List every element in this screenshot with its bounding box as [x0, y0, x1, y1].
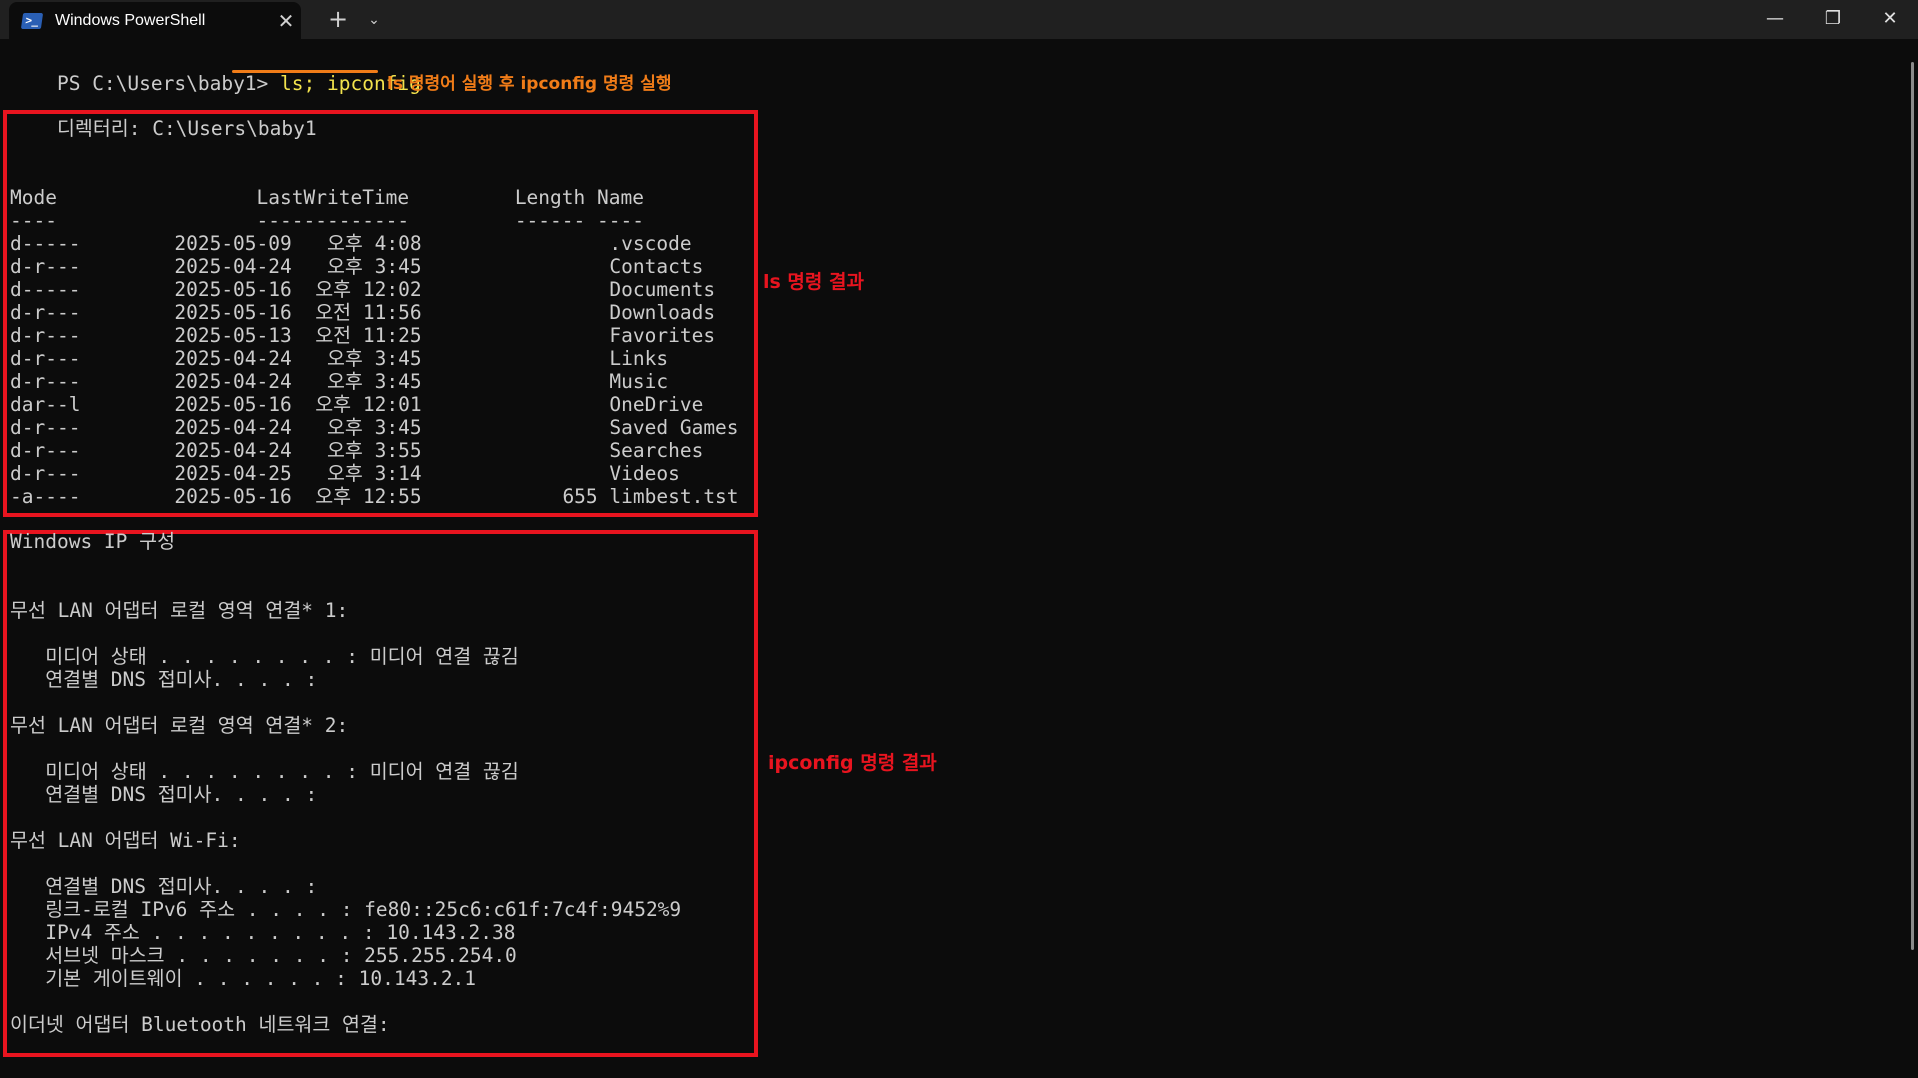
ipconfig-line: 링크-로컬 IPv6 주소 . . . . : fe80::25c6:c61f:… [10, 898, 682, 921]
list-item: d-r--- 2025-04-24 오후 3:55 Searches [10, 439, 704, 462]
ipconfig-line: 미디어 상태 . . . . . . . . : 미디어 연결 끊김 [10, 760, 519, 783]
directory-line: 디렉터리: C:\Users\baby1 [10, 117, 317, 140]
list-item: d-r--- 2025-05-16 오전 11:56 Downloads [10, 301, 716, 324]
ipconfig-line: IPv4 주소 . . . . . . . . . : 10.143.2.38 [10, 921, 516, 944]
ipconfig-line: 무선 LAN 어댑터 로컬 영역 연결* 2: [10, 714, 349, 737]
prompt-line: PS C:\Users\baby1> ls; ipconfig [10, 49, 421, 118]
ipconfig-title: Windows IP 구성 [10, 530, 176, 553]
minimize-button[interactable]: — [1747, 0, 1803, 39]
ipconfig-line: 서브넷 마스크 . . . . . . . : 255.255.254.0 [10, 944, 517, 967]
ipconfig-line: 무선 LAN 어댑터 Wi-Fi: [10, 829, 241, 852]
list-item: d-r--- 2025-04-24 오후 3:45 Contacts [10, 255, 704, 278]
chevron-down-icon[interactable]: ⌄ [362, 7, 386, 33]
list-item: d-r--- 2025-05-13 오전 11:25 Favorites [10, 324, 716, 347]
list-item: d-r--- 2025-04-25 오후 3:14 Videos [10, 462, 680, 485]
ipconfig-line: 연결별 DNS 접미사. . . . : [10, 668, 318, 691]
ipconfig-line: 기본 게이트웨이 . . . . . . : 10.143.2.1 [10, 967, 477, 990]
prompt-prefix: PS C:\Users\baby1> [56, 72, 281, 95]
list-item: d-r--- 2025-04-24 오후 3:45 Links [10, 347, 669, 370]
maximize-button[interactable]: ❐ [1805, 0, 1861, 39]
ipconfig-line: 연결별 DNS 접미사. . . . : [10, 783, 318, 806]
title-bar: >_ Windows PowerShell ✕ + ⌄ — ❐ ✕ [0, 0, 1918, 39]
tab-close-icon[interactable]: ✕ [271, 9, 301, 33]
table-separator: ---- ------------- ------ ---- [10, 209, 644, 232]
ipconfig-line: 이더넷 어댑터 Bluetooth 네트워크 연결: [10, 1013, 390, 1036]
command-underline [232, 70, 378, 73]
ipconfig-line: 미디어 상태 . . . . . . . . : 미디어 연결 끊김 [10, 645, 519, 668]
ipconfig-line: 무선 LAN 어댑터 로컬 영역 연결* 1: [10, 599, 349, 622]
ipconfig-line: 연결별 DNS 접미사. . . . : [10, 875, 318, 898]
list-item: d----- 2025-05-09 오후 4:08 .vscode [10, 232, 692, 255]
list-item: dar--l 2025-05-16 오후 12:01 OneDrive [10, 393, 704, 416]
new-tab-button[interactable]: + [323, 7, 353, 33]
close-button[interactable]: ✕ [1862, 0, 1918, 39]
list-item: d-r--- 2025-04-24 오후 3:45 Saved Games [10, 416, 739, 439]
list-item: -a---- 2025-05-16 오후 12:55 655 limbest.t… [10, 485, 739, 508]
ipconfig-annotation: ipconfig 명령 결과 [768, 752, 937, 774]
table-header: Mode LastWriteTime Length Name [10, 186, 644, 209]
ls-annotation: ls 명령 결과 [763, 271, 864, 293]
tab-title: Windows PowerShell [55, 11, 206, 29]
list-item: d----- 2025-05-16 오후 12:02 Documents [10, 278, 716, 301]
list-item: d-r--- 2025-04-24 오후 3:45 Music [10, 370, 669, 393]
powershell-icon: >_ [20, 12, 44, 29]
vertical-scrollbar[interactable] [1911, 62, 1914, 950]
tab-windows-powershell[interactable]: >_ Windows PowerShell ✕ [9, 2, 301, 39]
command-annotation: ls 명령어 실행 후 ipconfig 명령 실행 [387, 74, 672, 94]
